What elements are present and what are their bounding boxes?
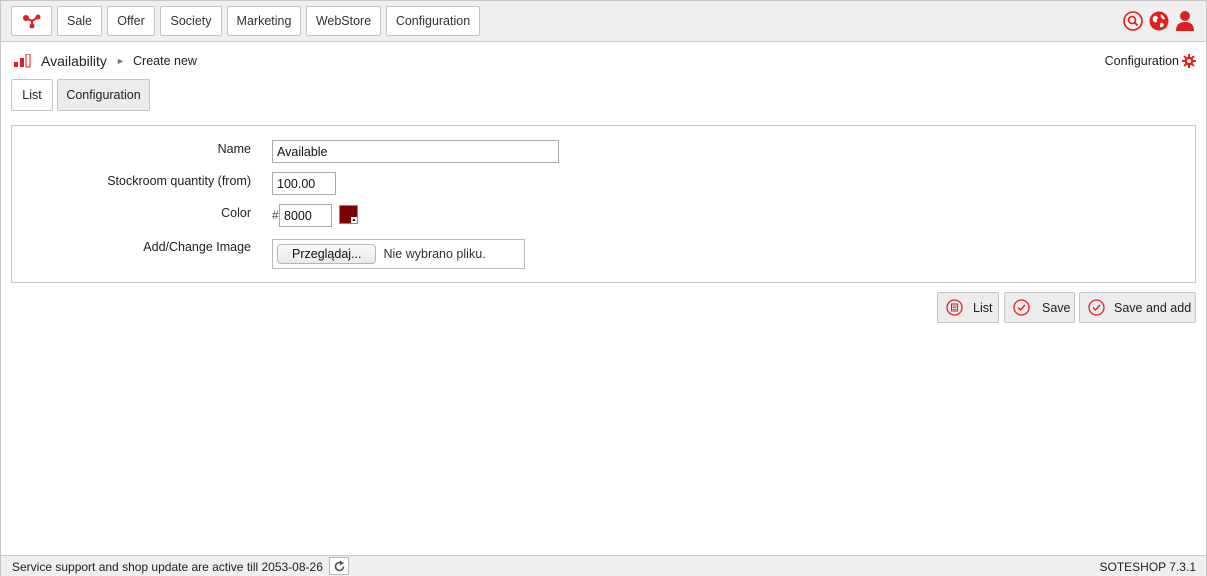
color-label: Color xyxy=(221,206,251,220)
browse-file-button[interactable]: Przeglądaj... xyxy=(277,244,377,264)
file-status-text: Nie wybrano pliku. xyxy=(383,247,486,261)
image-label: Add/Change Image xyxy=(143,240,251,254)
stock-quantity-label: Stockroom quantity (from) xyxy=(107,174,251,188)
support-status-text: Service support and shop update are acti… xyxy=(12,560,323,574)
list-button[interactable]: List xyxy=(937,292,999,323)
nav-webstore[interactable]: WebStore xyxy=(306,6,381,36)
name-label: Name xyxy=(217,142,251,156)
color-hash: # xyxy=(272,208,279,222)
nav-society[interactable]: Society xyxy=(160,6,222,36)
availability-icon xyxy=(14,53,32,71)
save-button-label: Save xyxy=(1042,300,1071,315)
form-panel: Name Stockroom quantity (from) Color # ▲… xyxy=(11,125,1196,283)
version-text: SOTESHOP 7.3.1 xyxy=(1099,560,1197,574)
breadcrumb-separator: ► xyxy=(116,56,125,66)
name-input[interactable] xyxy=(272,140,559,163)
configuration-link-label: Configuration xyxy=(1104,54,1179,68)
color-picker-swatch[interactable]: ▲ xyxy=(339,205,358,224)
caret-up-icon: ▲ xyxy=(351,217,357,223)
save-button[interactable]: Save xyxy=(1004,292,1075,323)
list-icon xyxy=(946,299,963,316)
nav-configuration[interactable]: Configuration xyxy=(386,6,480,36)
network-logo-icon xyxy=(22,14,40,29)
tab-list[interactable]: List xyxy=(11,79,53,111)
refresh-button[interactable] xyxy=(329,557,349,575)
nav-sale[interactable]: Sale xyxy=(57,6,102,36)
color-input[interactable] xyxy=(279,204,332,227)
file-upload-field: Przeglądaj... Nie wybrano pliku. xyxy=(272,239,525,269)
home-logo-button[interactable] xyxy=(11,6,52,36)
check-circle-icon xyxy=(1088,299,1105,316)
nav-marketing[interactable]: Marketing xyxy=(227,6,301,36)
list-button-label: List xyxy=(973,300,993,315)
check-circle-icon xyxy=(1013,299,1030,316)
refresh-icon xyxy=(334,560,344,571)
gear-icon xyxy=(1182,54,1196,68)
footer: Service support and shop update are acti… xyxy=(1,555,1206,576)
stock-quantity-input[interactable] xyxy=(272,172,336,195)
configuration-link[interactable]: Configuration xyxy=(1105,54,1196,68)
save-and-add-button-label: Save and add xyxy=(1114,300,1192,315)
globe-icon[interactable] xyxy=(1148,10,1170,32)
tab-configuration[interactable]: Configuration xyxy=(57,79,150,111)
search-icon[interactable] xyxy=(1122,10,1144,32)
top-navbar: Sale Offer Society Marketing WebStore Co… xyxy=(1,1,1206,42)
save-and-add-button[interactable]: Save and add xyxy=(1079,292,1196,323)
breadcrumb-current: Create new xyxy=(133,54,197,68)
breadcrumb-title[interactable]: Availability xyxy=(41,53,107,69)
nav-offer[interactable]: Offer xyxy=(107,6,155,36)
user-icon[interactable] xyxy=(1174,10,1196,32)
